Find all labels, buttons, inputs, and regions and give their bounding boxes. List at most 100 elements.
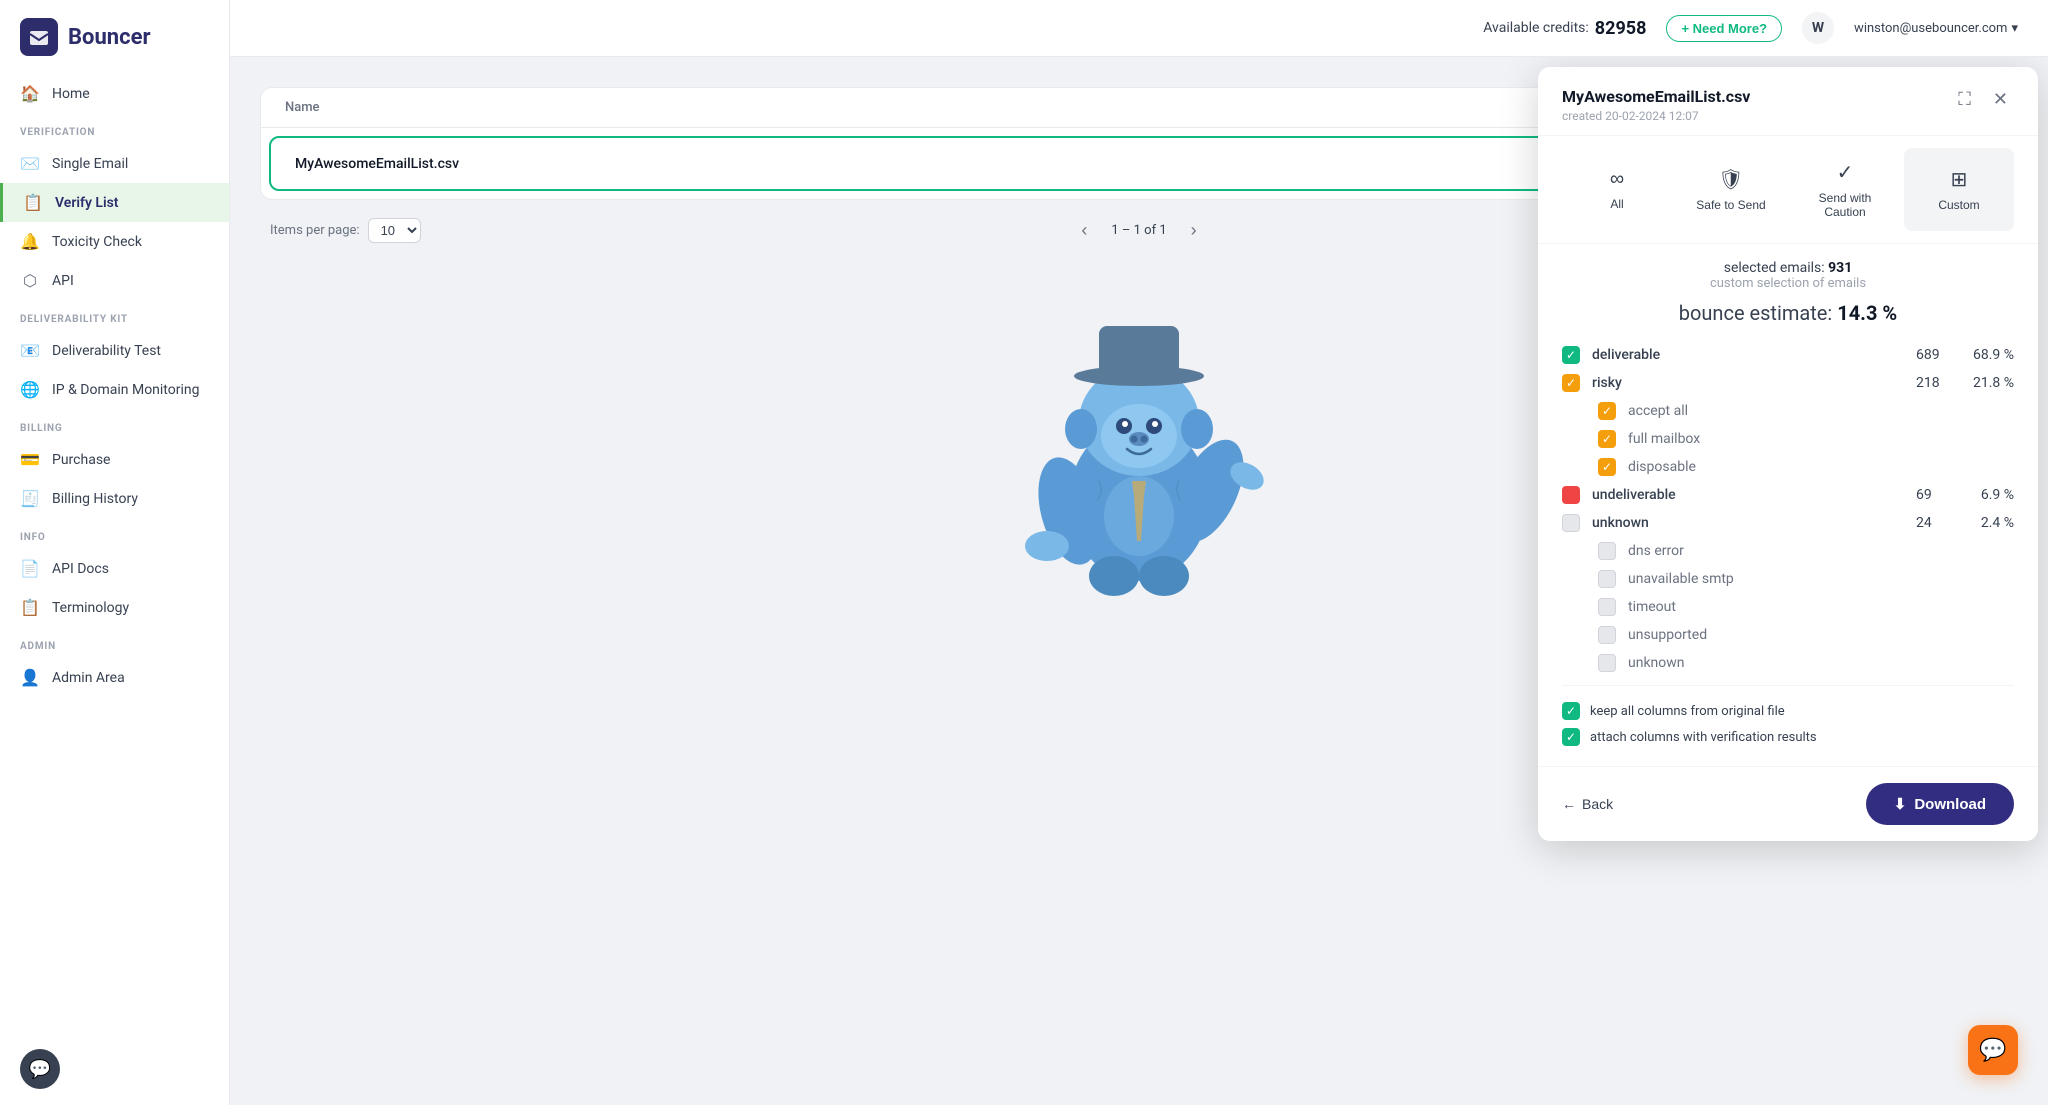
count-deliverable: 689	[1916, 347, 1952, 363]
credits-label: Available credits:	[1483, 20, 1589, 36]
items-per-page-control: Items per page: 10 25 50	[270, 218, 421, 243]
check-row-accept-all[interactable]: ✓ accept all	[1562, 397, 2014, 425]
checkbox-deliverable[interactable]: ✓	[1562, 346, 1580, 364]
label-unknown-sub: unknown	[1628, 655, 2014, 671]
next-page-button[interactable]: ›	[1183, 216, 1205, 245]
logo-icon	[20, 18, 58, 56]
back-button[interactable]: ← Back	[1562, 796, 1613, 812]
checkbox-unavailable-smtp[interactable]	[1598, 570, 1616, 588]
list-icon: 📋	[23, 193, 43, 212]
modal-subtitle: created 20-02-2024 12:07	[1562, 109, 1750, 123]
sidebar-item-label: Single Email	[52, 156, 128, 172]
label-dns-error: dns error	[1628, 543, 2014, 559]
section-label-deliverability: DELIVERABILITY KIT	[0, 300, 229, 331]
tab-all-label: All	[1610, 197, 1623, 211]
sidebar-item-label: Home	[52, 86, 90, 102]
label-risky: risky	[1592, 375, 1904, 391]
checkbox-dns-error[interactable]	[1598, 542, 1616, 560]
tab-safe-to-send[interactable]: 🛡 Safe to Send	[1676, 148, 1786, 231]
check-row-unsupported[interactable]: unsupported	[1562, 621, 2014, 649]
modal-footer: ← Back ⬇ Download	[1538, 766, 2038, 841]
credits-info: Available credits: 82958	[1483, 18, 1646, 39]
sidebar-item-purchase[interactable]: 💳 Purchase	[0, 440, 229, 479]
need-more-button[interactable]: + Need More?	[1666, 15, 1782, 42]
check-row-full-mailbox[interactable]: ✓ full mailbox	[1562, 425, 2014, 453]
sidebar-item-ip-domain-monitoring[interactable]: 🌐 IP & Domain Monitoring	[0, 370, 229, 409]
check-row-dns-error[interactable]: dns error	[1562, 537, 2014, 565]
check-row-undeliverable[interactable]: undeliverable 69 6.9 %	[1562, 481, 2014, 509]
sidebar-item-label: Toxicity Check	[52, 234, 142, 250]
chat-icon: 💬	[1979, 1038, 2006, 1063]
count-unknown: 24	[1916, 515, 1952, 531]
chevron-down-icon: ▾	[2011, 21, 2018, 36]
sidebar-item-api-docs[interactable]: 📄 API Docs	[0, 549, 229, 588]
checkbox-accept-all[interactable]: ✓	[1598, 402, 1616, 420]
download-button[interactable]: ⬇ Download	[1866, 783, 2014, 825]
sidebar-item-label: Admin Area	[52, 670, 125, 686]
checkbox-disposable[interactable]: ✓	[1598, 458, 1616, 476]
checkbox-unknown[interactable]	[1562, 514, 1580, 532]
sidebar-item-home[interactable]: 🏠 Home	[0, 74, 229, 113]
close-button[interactable]: ✕	[1987, 87, 2014, 112]
check-row-unknown[interactable]: unknown 24 2.4 %	[1562, 509, 2014, 537]
checkbox-unknown-sub[interactable]	[1598, 654, 1616, 672]
label-attach-columns: attach columns with verification results	[1590, 730, 1817, 745]
sidebar-item-deliverability-test[interactable]: 📧 Deliverability Test	[0, 331, 229, 370]
back-arrow-icon: ←	[1562, 796, 1576, 812]
section-label-admin: ADMIN	[0, 627, 229, 658]
docs-icon: 📄	[20, 559, 40, 578]
admin-icon: 👤	[20, 668, 40, 687]
prev-page-button[interactable]: ‹	[1073, 216, 1095, 245]
section-label-info: INFO	[0, 518, 229, 549]
checkbox-keep-columns[interactable]: ✓	[1562, 702, 1580, 720]
label-accept-all: accept all	[1628, 403, 2014, 419]
monitoring-icon: 🌐	[20, 380, 40, 399]
sidebar-item-verify-list[interactable]: 📋 Verify List	[0, 183, 229, 222]
sidebar-item-label: Terminology	[52, 600, 129, 616]
deliverability-icon: 📧	[20, 341, 40, 360]
section-label-verification: VERIFICATION	[0, 113, 229, 144]
check-row-risky[interactable]: ✓ risky 218 21.8 %	[1562, 369, 2014, 397]
check-row-unknown-sub[interactable]: unknown	[1562, 649, 2014, 677]
footer-check-attach-columns[interactable]: ✓ attach columns with verification resul…	[1562, 724, 2014, 750]
sidebar-item-api[interactable]: ⬡ API	[0, 261, 229, 300]
check-row-disposable[interactable]: ✓ disposable	[1562, 453, 2014, 481]
tab-custom[interactable]: ⊞ Custom	[1904, 148, 2014, 231]
sidebar-item-label: Billing History	[52, 491, 138, 507]
checkbox-full-mailbox[interactable]: ✓	[1598, 430, 1616, 448]
checkbox-undeliverable[interactable]	[1562, 486, 1580, 504]
chat-bubble-button[interactable]: 💬	[1968, 1025, 2018, 1075]
download-modal: MyAwesomeEmailList.csv created 20-02-202…	[1538, 67, 2038, 841]
bounce-estimate: bounce estimate: 14.3 %	[1562, 301, 2014, 325]
sidebar-item-terminology[interactable]: 📋 Terminology	[0, 588, 229, 627]
credits-value: 82958	[1595, 18, 1647, 39]
chat-button[interactable]: 💬	[20, 1049, 60, 1089]
checkbox-attach-columns[interactable]: ✓	[1562, 728, 1580, 746]
sidebar-item-billing-history[interactable]: 🧾 Billing History	[0, 479, 229, 518]
checkbox-timeout[interactable]	[1598, 598, 1616, 616]
purchase-icon: 💳	[20, 450, 40, 469]
infinity-icon: ∞	[1610, 168, 1624, 191]
user-email: winston@usebouncer.com ▾	[1854, 21, 2018, 36]
count-risky: 218	[1916, 375, 1952, 391]
sidebar-item-single-email[interactable]: ✉️ Single Email	[0, 144, 229, 183]
checkbox-risky[interactable]: ✓	[1562, 374, 1580, 392]
tab-all[interactable]: ∞ All	[1562, 148, 1672, 231]
sidebar-item-label: Verify List	[55, 195, 119, 211]
tab-send-with-caution[interactable]: ✓ Send with Caution	[1790, 148, 1900, 231]
page-info: 1 – 1 of 1	[1111, 223, 1166, 238]
check-row-unavailable-smtp[interactable]: unavailable smtp	[1562, 565, 2014, 593]
sidebar-item-toxicity-check[interactable]: 🔔 Toxicity Check	[0, 222, 229, 261]
footer-check-keep-columns[interactable]: ✓ keep all columns from original file	[1562, 698, 2014, 724]
check-row-deliverable[interactable]: ✓ deliverable 689 68.9 %	[1562, 341, 2014, 369]
check-icon: ✓	[1837, 160, 1854, 185]
tab-safe-label: Safe to Send	[1696, 198, 1765, 212]
sidebar-item-admin-area[interactable]: 👤 Admin Area	[0, 658, 229, 697]
check-row-timeout[interactable]: timeout	[1562, 593, 2014, 621]
items-per-page-select[interactable]: 10 25 50	[368, 218, 421, 243]
checkbox-unsupported[interactable]	[1598, 626, 1616, 644]
label-deliverable: deliverable	[1592, 347, 1904, 363]
sidebar-item-label: API	[52, 273, 74, 289]
label-full-mailbox: full mailbox	[1628, 431, 2014, 447]
expand-button[interactable]: ⛶	[1952, 87, 1977, 112]
